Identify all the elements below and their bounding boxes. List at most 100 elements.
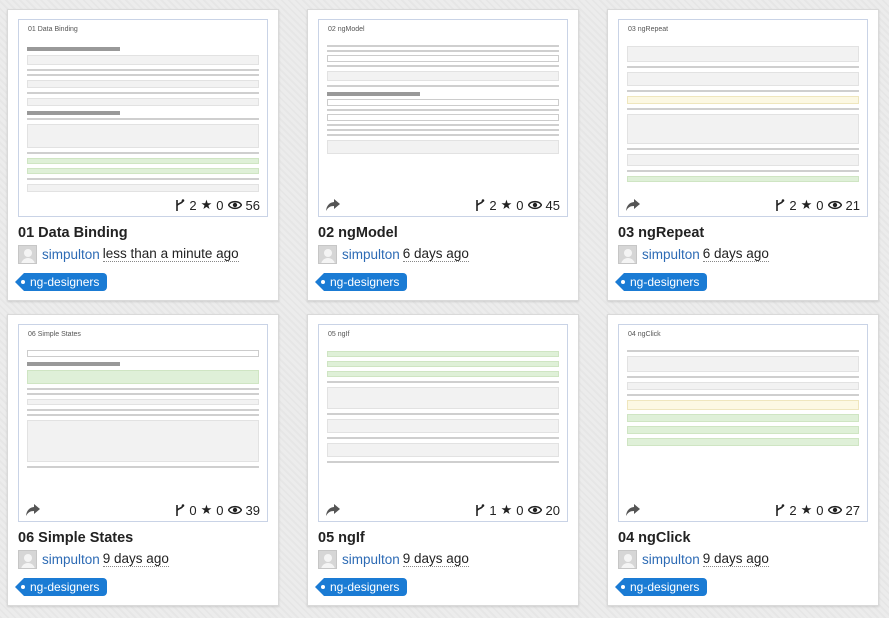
- preview-block: [27, 98, 259, 106]
- plunk-title[interactable]: 02 ngModel: [318, 225, 398, 241]
- preview-block: [27, 388, 259, 390]
- plunk-title[interactable]: 03 ngRepeat: [618, 225, 704, 241]
- preview-block: [27, 399, 259, 405]
- view-count: 27: [845, 502, 860, 518]
- preview-block: [627, 414, 859, 422]
- author-link[interactable]: simpulton: [42, 247, 100, 262]
- preview-block: [27, 111, 120, 115]
- plunk-author-meta: simpulton 6 days ago: [618, 245, 769, 264]
- preview-block: [327, 461, 559, 463]
- preview-block: [327, 124, 559, 126]
- view-count: 39: [245, 502, 260, 518]
- fork-icon: [475, 198, 485, 212]
- preview-block: [27, 152, 259, 154]
- preview-block: [627, 394, 859, 396]
- preview-block: [27, 420, 259, 462]
- share-arrow-icon[interactable]: [625, 503, 641, 517]
- preview-block: [27, 178, 259, 180]
- view-count: 56: [245, 197, 260, 213]
- plunk-title[interactable]: 01 Data Binding: [18, 225, 128, 241]
- preview-content: [327, 347, 559, 466]
- avatar[interactable]: [618, 550, 637, 569]
- author-link[interactable]: simpulton: [642, 552, 700, 567]
- preview-block: [327, 351, 559, 357]
- star-icon: ★: [800, 197, 813, 212]
- preview-block: [627, 96, 859, 104]
- tag-badge[interactable]: ng-designers: [614, 273, 708, 291]
- preview-block: [327, 413, 559, 415]
- avatar[interactable]: [318, 550, 337, 569]
- plunk-author-meta: simpulton 9 days ago: [618, 550, 769, 569]
- preview-block: [627, 108, 859, 110]
- star-icon: ★: [500, 197, 513, 212]
- preview-block: [627, 148, 859, 150]
- preview-block: [27, 362, 120, 366]
- author-link[interactable]: simpulton: [342, 552, 400, 567]
- eye-icon: [227, 505, 242, 515]
- tag-badge[interactable]: ng-designers: [314, 578, 408, 596]
- author-link[interactable]: simpulton: [42, 552, 100, 567]
- share-arrow-icon[interactable]: [325, 198, 341, 212]
- tag-badge[interactable]: ng-designers: [614, 578, 708, 596]
- plunk-title[interactable]: 06 Simple States: [18, 530, 133, 546]
- fork-count: 2: [189, 197, 197, 213]
- star-count: 0: [216, 197, 224, 213]
- plunk-author-meta: simpulton 9 days ago: [318, 550, 469, 569]
- preview-block: [27, 414, 259, 416]
- preview-block: [627, 176, 859, 182]
- plunk-card[interactable]: 01 Data Binding 2 ★ 0 56 01 Data Binding…: [7, 9, 279, 301]
- eye-icon: [227, 200, 242, 210]
- avatar[interactable]: [318, 245, 337, 264]
- share-arrow-icon[interactable]: [25, 503, 41, 517]
- avatar[interactable]: [618, 245, 637, 264]
- preview-heading: 05 ngIf: [328, 331, 350, 338]
- plunk-title[interactable]: 05 ngIf: [318, 530, 365, 546]
- updated-time: 6 days ago: [702, 246, 769, 262]
- tag-badge[interactable]: ng-designers: [314, 273, 408, 291]
- preview-block: [327, 140, 559, 154]
- share-arrow-icon[interactable]: [625, 198, 641, 212]
- plunk-preview-thumbnail[interactable]: 02 ngModel 2 ★ 0 45: [318, 19, 568, 217]
- preview-block: [27, 69, 259, 71]
- eye-icon: [527, 200, 542, 210]
- preview-block: [27, 124, 259, 148]
- updated-time: 9 days ago: [402, 551, 469, 567]
- plunk-preview-thumbnail[interactable]: 06 Simple States 0 ★ 0 39: [18, 324, 268, 522]
- plunk-preview-thumbnail[interactable]: 01 Data Binding 2 ★ 0 56: [18, 19, 268, 217]
- preview-block: [627, 356, 859, 372]
- view-count: 45: [545, 197, 560, 213]
- avatar[interactable]: [18, 550, 37, 569]
- plunk-preview-thumbnail[interactable]: 05 ngIf 1 ★ 0 20: [318, 324, 568, 522]
- plunk-card[interactable]: 04 ngClick 2 ★ 0 27 04 ngClick simpulton…: [607, 314, 879, 606]
- plunk-card[interactable]: 05 ngIf 1 ★ 0 20 05 ngIf simpulton 9 day…: [307, 314, 579, 606]
- preview-heading: 01 Data Binding: [28, 26, 78, 33]
- plunk-card[interactable]: 02 ngModel 2 ★ 0 45 02 ngModel simpulton…: [307, 9, 579, 301]
- avatar[interactable]: [18, 245, 37, 264]
- preview-block: [327, 443, 559, 457]
- share-arrow-icon[interactable]: [325, 503, 341, 517]
- preview-block: [27, 80, 259, 88]
- updated-time: 6 days ago: [402, 246, 469, 262]
- plunk-preview-thumbnail[interactable]: 04 ngClick 2 ★ 0 27: [618, 324, 868, 522]
- preview-block: [27, 74, 259, 76]
- author-link[interactable]: simpulton: [642, 247, 700, 262]
- star-count: 0: [816, 197, 824, 213]
- tag-badge[interactable]: ng-designers: [14, 273, 108, 291]
- plunk-stats: 2 ★ 0 56: [172, 196, 263, 214]
- preview-block: [327, 85, 559, 87]
- plunk-preview-thumbnail[interactable]: 03 ngRepeat 2 ★ 0 21: [618, 19, 868, 217]
- tag-badge[interactable]: ng-designers: [14, 578, 108, 596]
- plunk-card[interactable]: 06 Simple States 0 ★ 0 39 06 Simple Stat…: [7, 314, 279, 606]
- preview-block: [27, 184, 259, 192]
- view-count: 20: [545, 502, 560, 518]
- preview-block: [327, 371, 559, 377]
- star-icon: ★: [200, 502, 213, 517]
- plunk-title[interactable]: 04 ngClick: [618, 530, 691, 546]
- fork-count: 2: [789, 502, 797, 518]
- plunk-stats: 0 ★ 0 39: [172, 501, 263, 519]
- preview-block: [27, 158, 259, 164]
- preview-block: [27, 370, 259, 384]
- plunk-card[interactable]: 03 ngRepeat 2 ★ 0 21 03 ngRepeat simpult…: [607, 9, 879, 301]
- fork-icon: [775, 198, 785, 212]
- author-link[interactable]: simpulton: [342, 247, 400, 262]
